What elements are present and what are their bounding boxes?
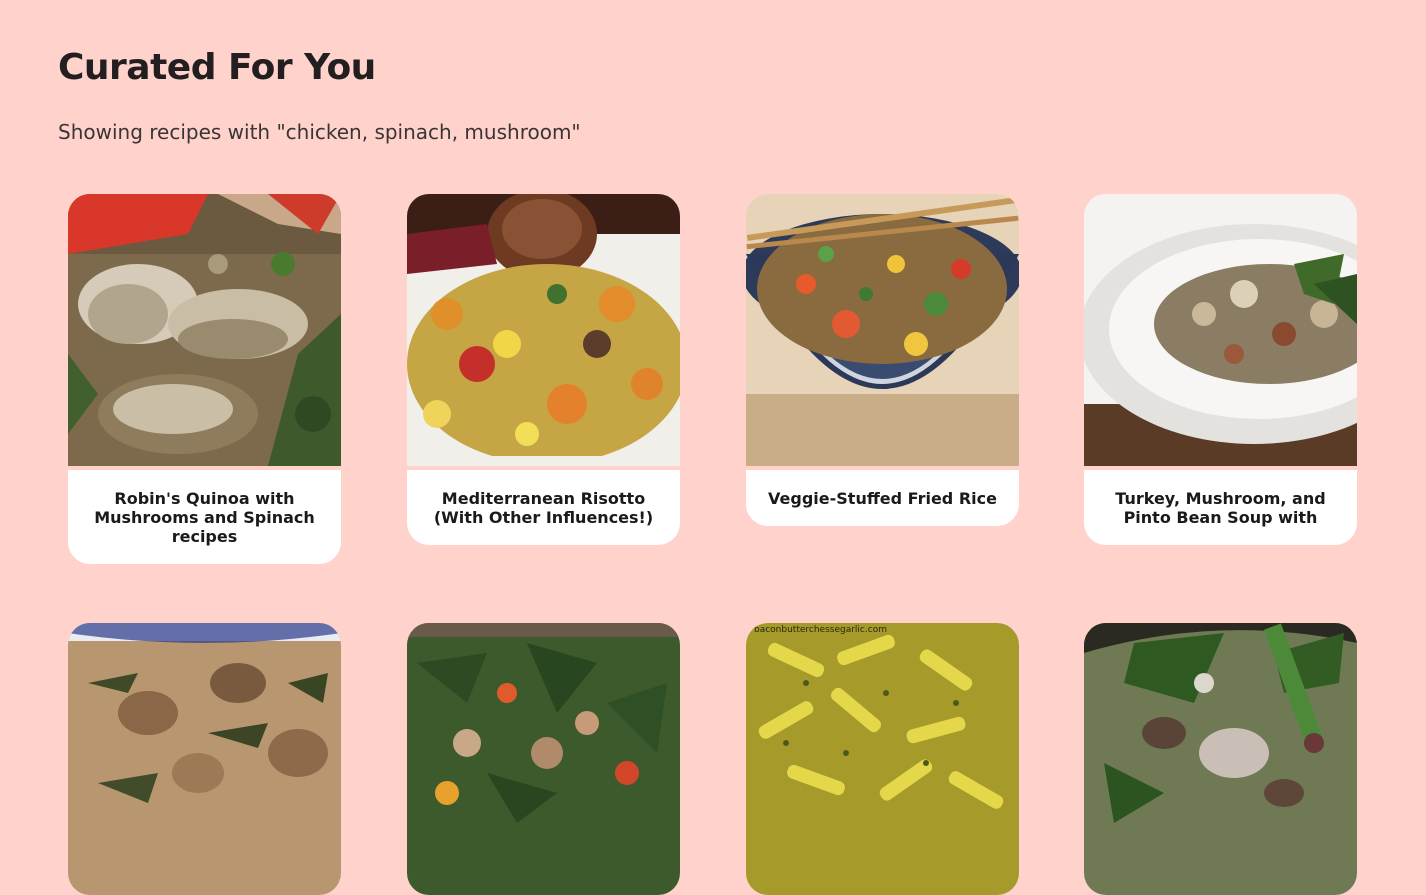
- recipe-image: [68, 194, 341, 466]
- fried-rice-bowl-photo: [746, 194, 1019, 466]
- recipe-card[interactable]: Turkey, Mushroom, and Pinto Bean Soup wi…: [1084, 194, 1357, 545]
- recipe-grid: Robin's Quinoa with Mushrooms and Spinac…: [0, 0, 1426, 895]
- quinoa-mushroom-photo: [68, 194, 341, 466]
- recipe-title: Mediterranean Risotto (With Other Influe…: [433, 489, 654, 527]
- recipe-card[interactable]: Robin's Quinoa with Mushrooms and Spinac…: [68, 194, 341, 564]
- recipe-image: [1084, 194, 1357, 466]
- recipe-image: baconbutterchessegarlic.com: [746, 623, 1019, 895]
- recipe-title: Robin's Quinoa with Mushrooms and Spinac…: [94, 489, 315, 546]
- penne-pesto-photo: [746, 623, 1019, 895]
- recipe-card[interactable]: baconbutterchessegarlic.com: [746, 623, 1019, 895]
- recipe-title: Veggie-Stuffed Fried Rice: [768, 489, 997, 508]
- recipe-image: [68, 623, 341, 895]
- recipe-image: [746, 194, 1019, 466]
- spinach-soup-photo: [1084, 623, 1357, 895]
- recipe-title: Turkey, Mushroom, and Pinto Bean Soup wi…: [1115, 489, 1326, 527]
- recipe-image: [1084, 623, 1357, 895]
- recipe-card[interactable]: Veggie-Stuffed Fried Rice: [746, 194, 1019, 526]
- recipe-card[interactable]: [68, 623, 341, 895]
- risotto-photo: [407, 194, 680, 466]
- recipe-image: [407, 623, 680, 895]
- recipe-card[interactable]: [407, 623, 680, 895]
- recipe-image: [407, 194, 680, 466]
- bean-soup-photo: [1084, 194, 1357, 466]
- recipe-card[interactable]: Mediterranean Risotto (With Other Influe…: [407, 194, 680, 545]
- spinach-stir-fry-photo: [407, 623, 680, 895]
- photo-watermark: baconbutterchessegarlic.com: [754, 625, 887, 635]
- creamy-mushroom-chicken-photo: [68, 623, 341, 895]
- recipe-card[interactable]: [1084, 623, 1357, 895]
